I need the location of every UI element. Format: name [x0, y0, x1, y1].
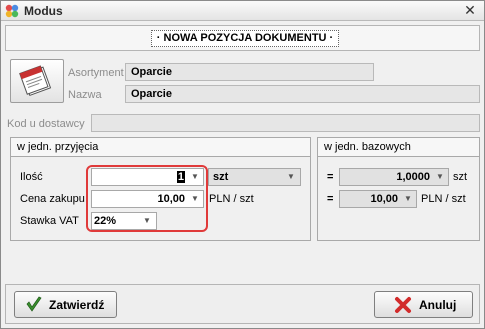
- stawka-vat-value: 22%: [94, 215, 117, 227]
- base-units-group: w jedn. bazowych: [317, 137, 480, 241]
- asortyment-label: Asortyment: [68, 67, 124, 79]
- confirm-button[interactable]: Zatwierdź: [14, 291, 117, 318]
- stawka-vat-select[interactable]: 22% ▼: [91, 212, 157, 230]
- ilosc-unit-select[interactable]: szt ▼: [208, 168, 301, 186]
- nazwa-field[interactable]: Oparcie: [125, 85, 480, 103]
- cancel-button-label: Anuluj: [419, 298, 457, 312]
- cena-zakupu-input[interactable]: 10,00 ▼: [91, 190, 204, 208]
- base-qty-field[interactable]: 1,0000 ▼: [339, 168, 449, 186]
- base-qty-unit: szt: [453, 171, 468, 183]
- form-title: · NOWA POZYCJA DOKUMENTU ·: [151, 30, 339, 47]
- window-title: Modus: [24, 4, 63, 18]
- cena-zakupu-label: Cena zakupu: [20, 193, 85, 205]
- base-price-field[interactable]: 10,00 ▼: [339, 190, 417, 208]
- document-icon: [19, 65, 52, 97]
- kod-dostawcy-field[interactable]: [91, 114, 480, 132]
- ilosc-input[interactable]: 1 ▼: [91, 168, 204, 186]
- modus-app-icon: [5, 4, 19, 18]
- base-qty-value: 1,0000: [396, 171, 430, 183]
- title-bar[interactable]: Modus ✕: [1, 1, 484, 21]
- ilosc-unit-value: szt: [213, 171, 229, 183]
- chevron-down-icon[interactable]: ▼: [284, 169, 298, 185]
- asortyment-field[interactable]: Oparcie: [125, 63, 374, 81]
- chevron-down-icon[interactable]: ▼: [401, 191, 415, 207]
- cena-zakupu-unit: PLN / szt: [209, 193, 254, 205]
- base-price-value: 10,00: [370, 193, 398, 205]
- cena-zakupu-value: 10,00: [157, 193, 185, 205]
- checkmark-icon: [26, 296, 42, 312]
- chevron-down-icon[interactable]: ▼: [188, 191, 202, 207]
- dialog-window: Modus ✕ · NOWA POZYCJA DOKUMENTU · Asort…: [0, 0, 485, 329]
- stawka-vat-label: Stawka VAT: [20, 215, 79, 227]
- kod-dostawcy-label: Kod u dostawcy: [7, 118, 85, 130]
- equals-sign: =: [327, 193, 334, 205]
- receipt-units-title: w jedn. przyjęcia: [11, 138, 310, 157]
- close-icon[interactable]: ✕: [462, 2, 478, 18]
- button-bar: Zatwierdź Anuluj: [5, 284, 480, 324]
- header-bar: · NOWA POZYCJA DOKUMENTU ·: [5, 25, 480, 51]
- chevron-down-icon[interactable]: ▼: [140, 213, 154, 229]
- base-units-title: w jedn. bazowych: [318, 138, 479, 157]
- document-icon-button[interactable]: [10, 59, 64, 103]
- chevron-down-icon[interactable]: ▼: [433, 169, 447, 185]
- cancel-button[interactable]: Anuluj: [374, 291, 473, 318]
- chevron-down-icon[interactable]: ▼: [188, 169, 202, 185]
- equals-sign: =: [327, 171, 334, 183]
- ilosc-label: Ilość: [20, 171, 43, 183]
- cancel-x-icon: [395, 297, 411, 313]
- confirm-button-label: Zatwierdź: [49, 298, 105, 312]
- nazwa-label: Nazwa: [68, 89, 102, 101]
- ilosc-value: 1: [176, 171, 185, 183]
- base-price-unit: PLN / szt: [421, 193, 466, 205]
